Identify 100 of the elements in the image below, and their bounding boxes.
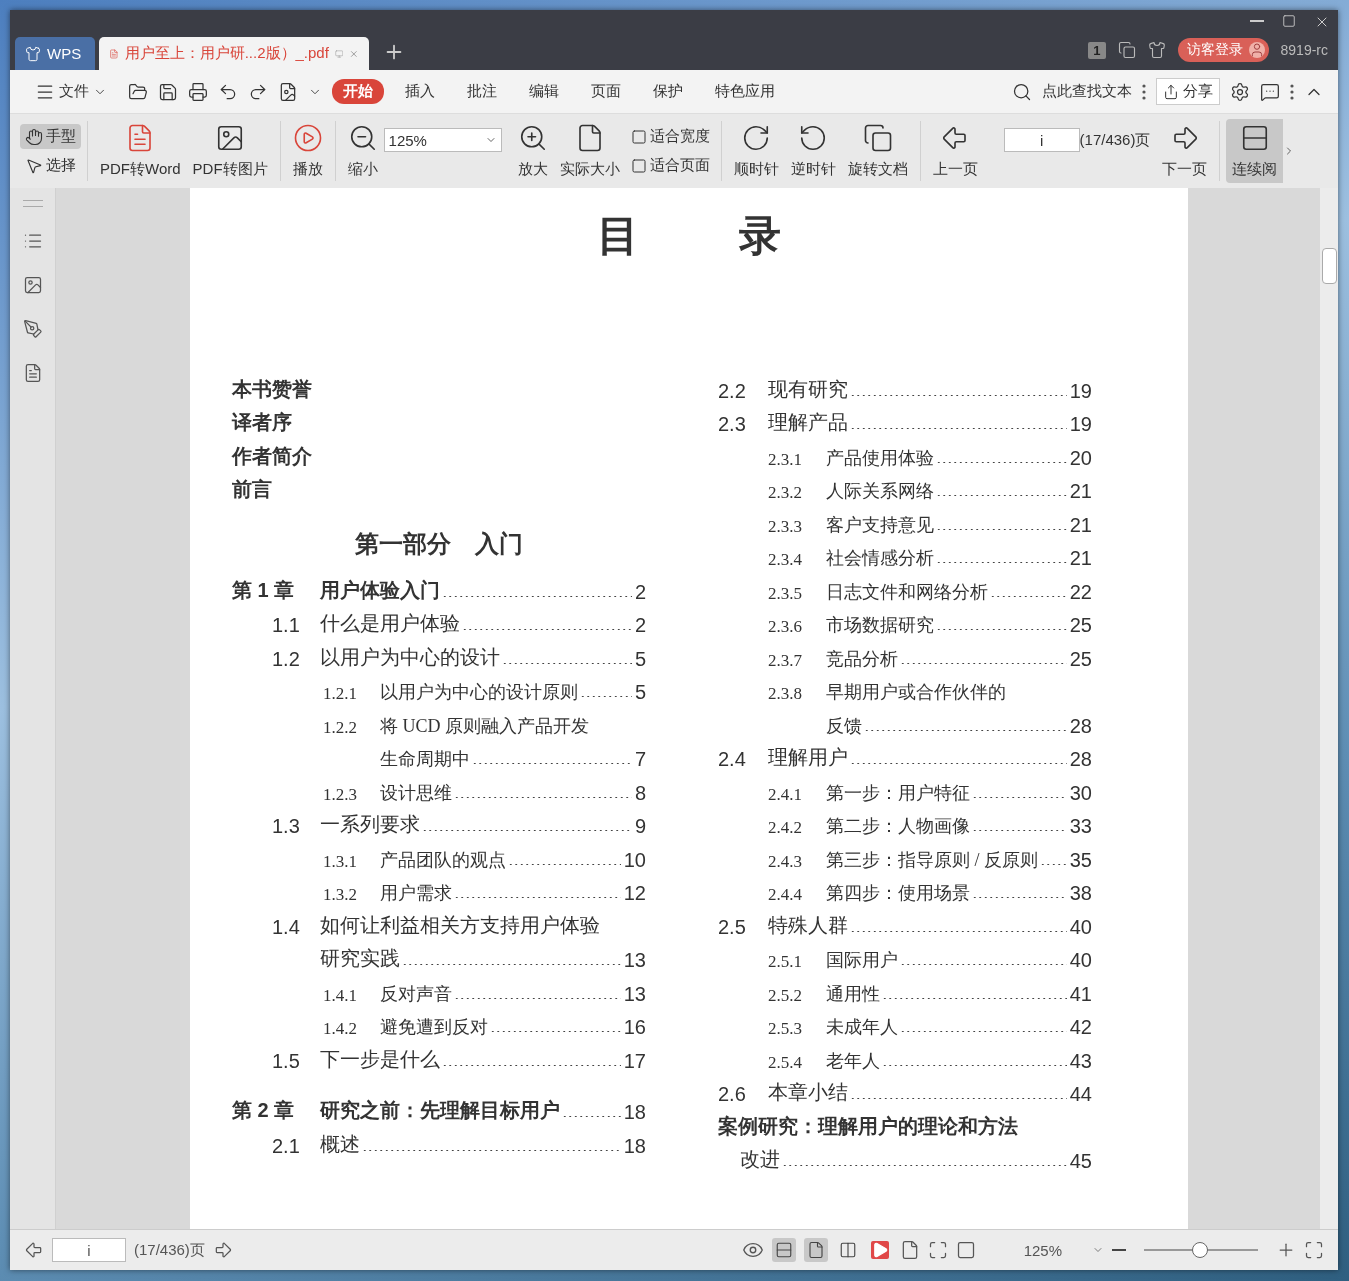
ribbon-tab[interactable]: 特色应用 xyxy=(704,79,786,104)
toc-entry-title[interactable]: 第四步：使用场景 xyxy=(826,881,970,905)
toc-entry-title[interactable]: 早期用户或合作伙伴的 xyxy=(826,680,1006,704)
toc-entry-title[interactable]: 现有研究 xyxy=(768,375,848,403)
toc-entry-number: 1.2 xyxy=(272,647,301,671)
fullscreen-icon xyxy=(1304,1240,1324,1260)
toc-entry-title[interactable]: 研究实践 xyxy=(320,945,400,972)
actual-size-button[interactable]: 实际大小 xyxy=(553,119,626,183)
toc-entry-title[interactable]: 改进 xyxy=(740,1146,780,1173)
scroll-thumb[interactable] xyxy=(1322,248,1337,284)
page-number-field[interactable]: i xyxy=(52,1238,126,1262)
toc-entry-title[interactable]: 本书赞誉 xyxy=(232,375,312,403)
ribbon-tab[interactable]: 插入 xyxy=(394,79,446,104)
toc-entry-title[interactable]: 研究之前：先理解目标用户 xyxy=(320,1097,560,1124)
toc-entry-number: 1.3.1 xyxy=(323,851,358,872)
dot-leader xyxy=(562,1115,621,1118)
previous-page-button[interactable]: 上一页 xyxy=(926,119,984,183)
toc-entry-title[interactable]: 什么是用户体验 xyxy=(320,610,460,637)
toc-entry-title[interactable]: 反对声音 xyxy=(380,981,452,1006)
toc-entry-title[interactable]: 将 UCD 原则融入产品开发 xyxy=(380,713,589,738)
toc-entry-title[interactable]: 理解产品 xyxy=(768,409,848,436)
hand-tool-button[interactable]: 手型 xyxy=(20,124,81,149)
toc-entry-title[interactable]: 译者序 xyxy=(232,409,292,436)
toc-entry-title[interactable]: 产品团队的观点 xyxy=(380,847,506,872)
toc-page-number: 12 xyxy=(623,882,646,905)
toc-entry-title[interactable]: 避免遭到反对 xyxy=(380,1015,488,1039)
toc-entry-title[interactable]: 理解用户 xyxy=(768,744,848,771)
toc-entry-number: 2.3.6 xyxy=(768,617,803,637)
toc-entry-title[interactable]: 作者简介 xyxy=(232,442,312,470)
rotate-document-button[interactable]: 旋转文档 xyxy=(841,119,914,183)
toc-entry-title[interactable]: 用户需求 xyxy=(380,881,452,905)
toc-page-number: 28 xyxy=(1069,748,1092,771)
toc-entry-title[interactable]: 反馈 xyxy=(826,713,862,738)
print-icon xyxy=(188,81,208,102)
share-button[interactable]: 分享 xyxy=(1156,78,1220,105)
toc-entry-title[interactable]: 第二步：人物画像 xyxy=(826,814,970,838)
toc-page-number: 28 xyxy=(1069,714,1092,738)
toc-entry-title[interactable]: 概述 xyxy=(320,1130,360,1158)
ribbon-tab[interactable]: 编辑 xyxy=(518,79,570,104)
pdf-to-image-button[interactable]: PDF转图片 xyxy=(186,119,274,183)
page-number-field[interactable]: i xyxy=(1003,128,1080,152)
toc-entry-title[interactable]: 日志文件和网络分析 xyxy=(826,579,988,604)
zoom-in-button[interactable]: 放大 xyxy=(511,119,554,183)
select-tool-button[interactable]: 选择 xyxy=(20,153,81,178)
toc-entry-title[interactable]: 客户支持意见 xyxy=(826,512,934,537)
toc-entry-title[interactable]: 老年人 xyxy=(826,1048,880,1073)
zoom-out-button[interactable]: 缩小 xyxy=(341,119,384,183)
toc-page-number: 19 xyxy=(1069,413,1092,436)
login-button[interactable]: 访客登录 xyxy=(1177,38,1269,62)
window-count-badge[interactable]: 1 xyxy=(1088,41,1106,59)
toc-entry-title[interactable]: 设计思维 xyxy=(380,780,452,805)
toc-entry-title[interactable]: 第一步：用户特征 xyxy=(826,780,970,805)
toc-entry-title[interactable]: 如何让利益相关方支持用户体验 xyxy=(320,911,600,939)
chat-icon xyxy=(1260,81,1280,102)
toc-entry-title[interactable]: 案例研究：理解用户的理论和方法 xyxy=(718,1112,1018,1140)
find-text-field[interactable]: 点此查找文本 xyxy=(1042,82,1132,101)
view-mode-button[interactable] xyxy=(803,1238,828,1262)
toc-entry-number: 2.4 xyxy=(718,748,747,771)
toc-entry-title[interactable]: 人际关系网络 xyxy=(826,479,934,503)
pdf-to-word-button[interactable]: PDF转Word xyxy=(94,119,187,183)
view-mode-button[interactable] xyxy=(771,1238,796,1262)
ribbon-tab[interactable]: 批注 xyxy=(456,79,508,104)
toc-entry-title[interactable]: 未成年人 xyxy=(826,1015,898,1039)
file-menu[interactable]: 文件 xyxy=(24,78,118,105)
rotate-counterclockwise-button[interactable]: 逆时针 xyxy=(784,119,842,183)
ribbon-tab[interactable]: 开始 xyxy=(332,79,384,104)
toc-entry-title[interactable]: 国际用户 xyxy=(826,948,898,972)
toc-entry-title[interactable]: 下一步是什么 xyxy=(320,1045,440,1073)
continuous-reading-button[interactable]: 连续阅 xyxy=(1226,119,1284,183)
zoom-select[interactable]: 125% xyxy=(383,128,502,152)
toc-entry-title[interactable]: 第三步：指导原则 / 反原则 xyxy=(826,847,1038,872)
toc-entry-title[interactable]: 以用户为中心的设计原则 xyxy=(380,680,578,704)
window-tab[interactable]: WPS xyxy=(15,37,95,70)
fit-page-button[interactable]: 适合页面 xyxy=(625,153,715,178)
toc-entry-title[interactable]: 本章小结 xyxy=(768,1079,848,1106)
toc-entry-title[interactable]: 生命周期中 xyxy=(380,747,470,771)
toc-entry-title[interactable]: 竞品分析 xyxy=(826,646,898,671)
fit-width-button[interactable]: 适合宽度 xyxy=(625,124,715,149)
toc-entry-title[interactable]: 市场数据研究 xyxy=(826,613,934,637)
toc-entry-title[interactable]: 社会情感分析 xyxy=(826,546,934,570)
ribbon-tab[interactable]: 页面 xyxy=(580,79,632,104)
toc-entry-title[interactable]: 产品使用体验 xyxy=(826,445,934,470)
play-button[interactable]: 播放 xyxy=(286,119,329,183)
toc-entry-title[interactable]: 前言 xyxy=(232,476,272,503)
toc-entry-title[interactable]: 通用性 xyxy=(826,981,880,1006)
panel-grip[interactable] xyxy=(22,200,43,207)
toc-entry-number: 1.4.2 xyxy=(323,1019,358,1039)
vertical-scrollbar[interactable] xyxy=(1320,188,1338,1229)
maximize-icon xyxy=(1282,14,1296,28)
rotate-clockwise-button[interactable]: 顺时针 xyxy=(727,119,785,183)
toc-entry-title[interactable]: 以用户为中心的设计 xyxy=(320,643,500,671)
window-tab[interactable]: 用户至上：用户研...2版）_.pdf xyxy=(99,37,369,70)
next-page-button[interactable]: 下一页 xyxy=(1156,119,1214,183)
ribbon-tab[interactable]: 保护 xyxy=(642,79,694,104)
toc-entry-number: 1.2.1 xyxy=(323,684,358,704)
page-title: 录 xyxy=(739,211,781,261)
zoom-slider-thumb[interactable] xyxy=(1191,1242,1208,1258)
toc-entry-title[interactable]: 一系列要求 xyxy=(320,811,420,838)
toc-entry-title[interactable]: 特殊人群 xyxy=(768,911,848,939)
toc-entry-title[interactable]: 用户体验入门 xyxy=(320,576,440,604)
